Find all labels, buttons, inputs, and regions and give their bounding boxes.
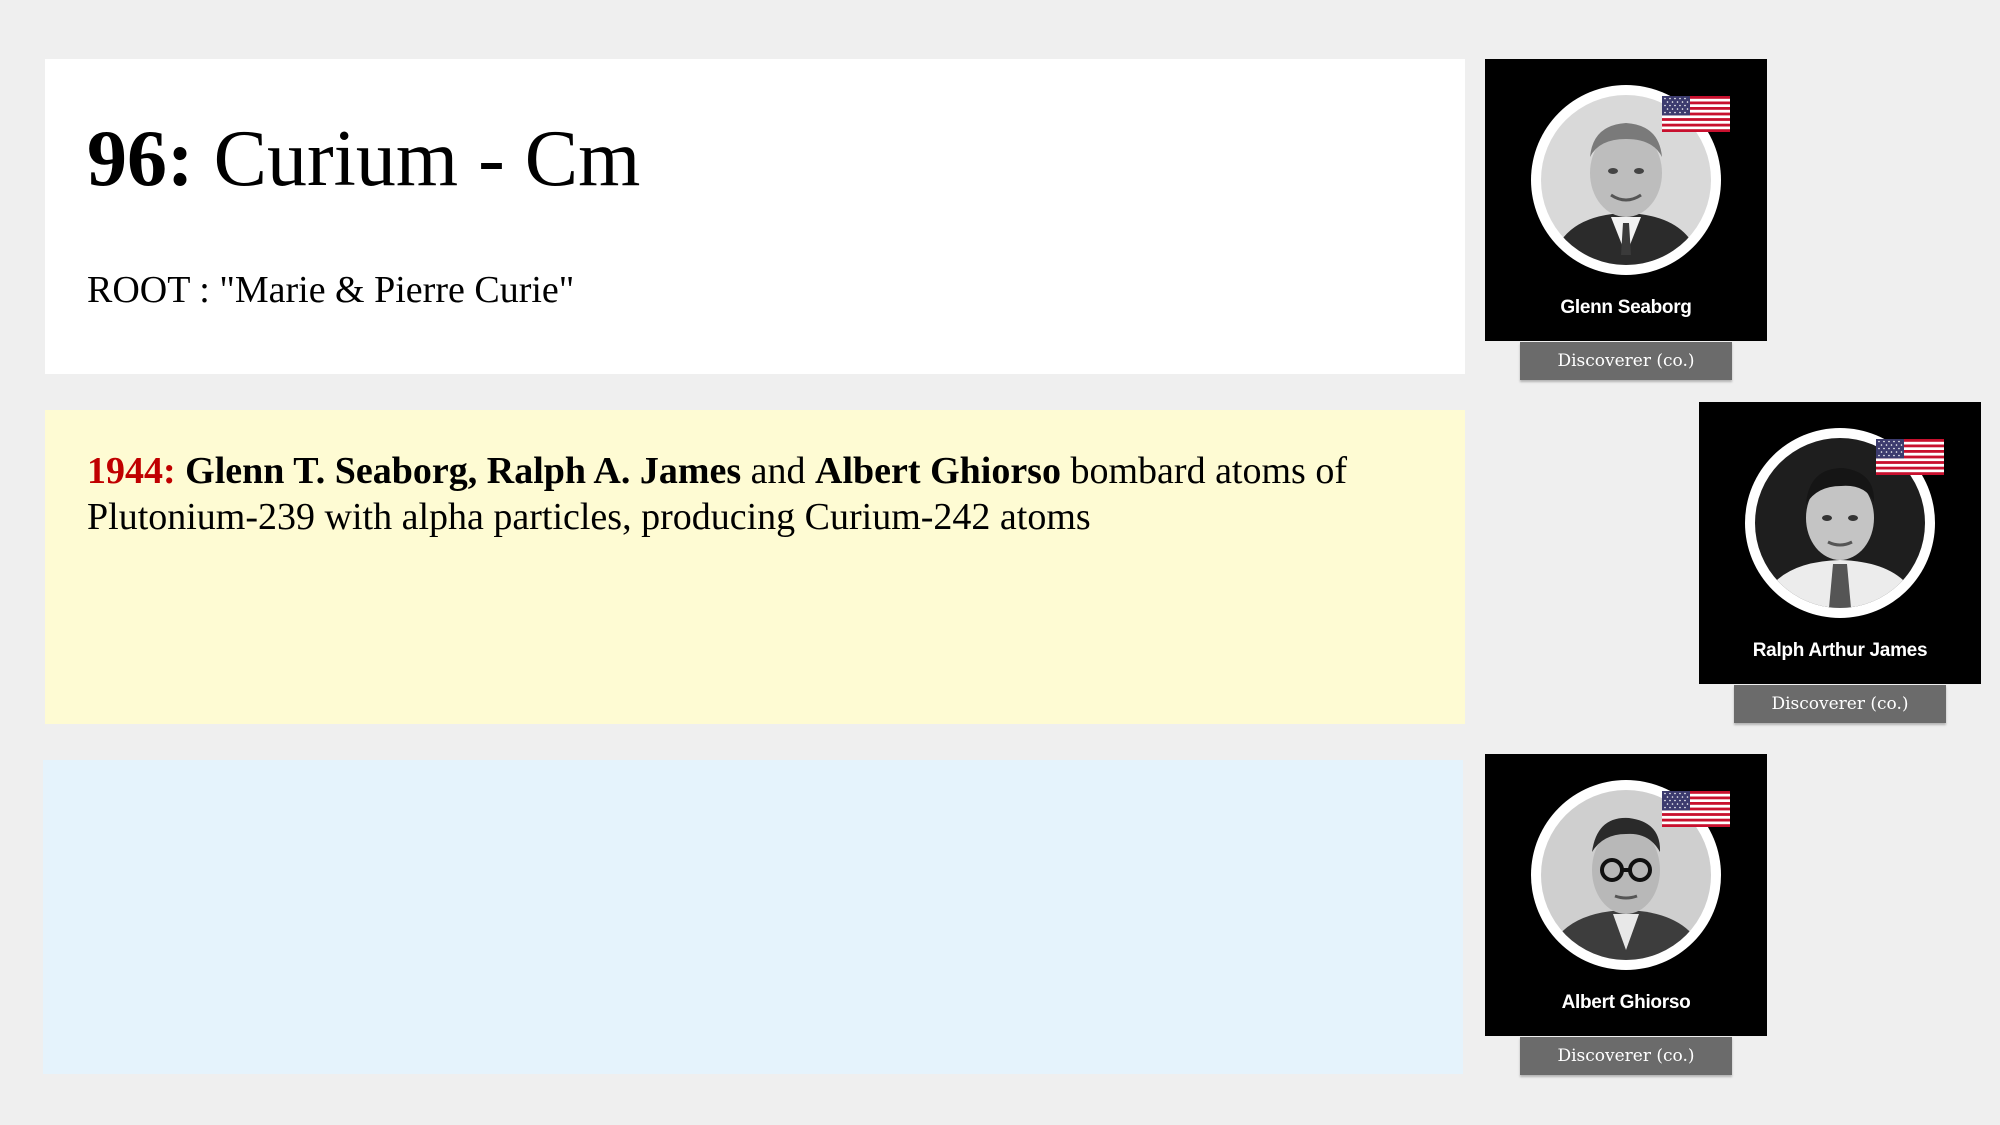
portrait-frame: Albert Ghiorso (1485, 754, 1767, 1036)
element-name: Curium - Cm (213, 115, 641, 203)
portrait-frame: Ralph Arthur James (1699, 402, 1981, 684)
person-ghiorso: Albert Ghiorso (815, 450, 1061, 492)
conjunction: and (750, 450, 806, 492)
role-badge[interactable]: Discoverer (co.) (1520, 342, 1732, 380)
person-seaborg: Glenn T. Seaborg, (185, 450, 478, 492)
usa-flag-icon (1662, 791, 1730, 827)
person-james: Ralph A. James (486, 450, 742, 492)
event-description: 1944: Glenn T. Seaborg, Ralph A. James a… (87, 448, 1427, 540)
discoverer-name: Ralph Arthur James (1752, 640, 1928, 661)
usa-flag-icon (1662, 96, 1730, 132)
role-badge[interactable]: Discoverer (co.) (1734, 685, 1946, 723)
discoverer-name: Glenn Seaborg (1560, 297, 1692, 318)
event-panel: 1944: Glenn T. Seaborg, Ralph A. James a… (45, 410, 1465, 724)
discoverer-name: Albert Ghiorso (1561, 992, 1691, 1013)
discoverer-card-seaborg[interactable]: Glenn Seaborg Discoverer (co.) (1485, 59, 1767, 380)
root-label: ROOT : "Marie & Pierre Curie" (87, 269, 575, 311)
page-title: 96: Curium - Cm (87, 119, 640, 199)
role-badge[interactable]: Discoverer (co.) (1520, 1037, 1732, 1075)
discoverer-card-james[interactable]: Ralph Arthur James Discoverer (co.) (1699, 402, 1981, 723)
title-panel: 96: Curium - Cm ROOT : "Marie & Pierre C… (45, 59, 1465, 374)
empty-panel (43, 760, 1463, 1074)
discoverer-card-ghiorso[interactable]: Albert Ghiorso Discoverer (co.) (1485, 754, 1767, 1075)
event-year: 1944: (87, 450, 176, 492)
element-number: 96: (87, 115, 194, 203)
portrait-frame: Glenn Seaborg (1485, 59, 1767, 341)
usa-flag-icon (1876, 439, 1944, 475)
